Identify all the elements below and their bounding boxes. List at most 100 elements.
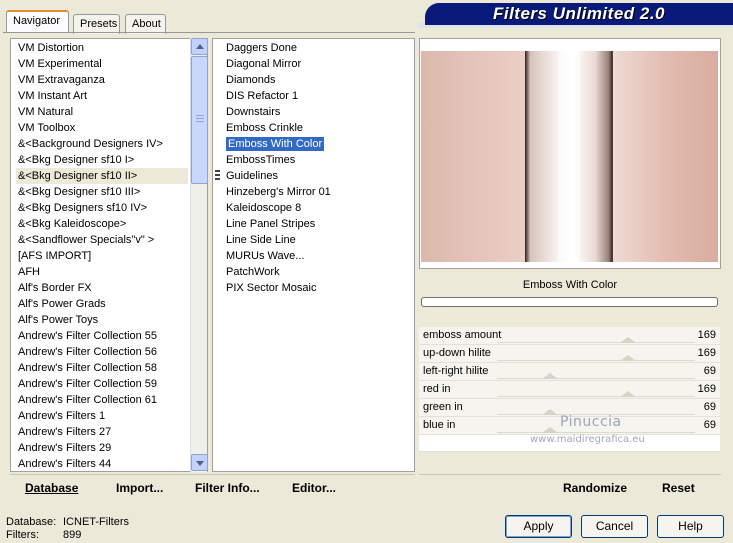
reset-button[interactable]: Reset <box>662 481 695 495</box>
param-slider-track[interactable] <box>497 396 695 397</box>
category-item[interactable]: Alf's Power Grads <box>16 296 188 312</box>
param-label: emboss amount <box>423 329 502 341</box>
filter-item-label: Hinzeberg's Mirror 01 <box>226 186 331 198</box>
category-item[interactable]: Andrew's Filter Collection 56 <box>16 344 188 360</box>
param-slider-track[interactable] <box>497 342 695 343</box>
filter-item[interactable]: Line Panel Stripes <box>224 216 409 232</box>
category-item[interactable]: Andrew's Filter Collection 61 <box>16 392 188 408</box>
filter-item[interactable]: Diamonds <box>224 72 409 88</box>
filter-list[interactable]: Daggers Done Diagonal Mirror Diamonds DIS R… <box>224 40 409 296</box>
category-item[interactable]: VM Experimental <box>16 56 188 72</box>
filter-item-label: Diagonal Mirror <box>226 58 302 70</box>
tab-presets[interactable]: Presets <box>73 14 120 34</box>
filter-item[interactable]: Kaleidoscope 8 <box>224 200 409 216</box>
cancel-button[interactable]: Cancel <box>581 515 648 538</box>
category-item[interactable]: AFH <box>16 264 188 280</box>
param-slider-thumb[interactable] <box>619 355 636 361</box>
category-item[interactable]: &<Background Designers IV> <box>16 136 188 152</box>
filter-item[interactable]: PatchWork <box>224 264 409 280</box>
param-slider-thumb[interactable] <box>619 337 636 343</box>
param-slider-track[interactable] <box>497 360 695 361</box>
param-label: red in <box>423 383 451 395</box>
category-list[interactable]: VM Distortion VM Experimental VM Extravaga… <box>16 40 188 472</box>
filter-item[interactable]: Emboss With Color <box>224 136 409 152</box>
param-slider-track[interactable] <box>497 378 695 379</box>
param-slider-thumb[interactable] <box>542 427 559 433</box>
apply-button[interactable]: Apply <box>505 515 572 538</box>
grip-line <box>196 118 204 119</box>
category-item[interactable]: Andrew's Filters 1 <box>16 408 188 424</box>
tab-underline <box>3 32 415 33</box>
filter-item[interactable]: MURUs Wave... <box>224 248 409 264</box>
scroll-up-button[interactable] <box>191 38 208 55</box>
param-value: 69 <box>703 419 716 431</box>
left-action-bar: Database Import... Filter Info... Editor… <box>10 474 415 498</box>
category-item[interactable]: VM Extravaganza <box>16 72 188 88</box>
import-button[interactable]: Import... <box>116 481 163 495</box>
category-item[interactable]: &<Sandflower Specials"v" > <box>16 232 188 248</box>
category-item[interactable]: Alf's Power Toys <box>16 312 188 328</box>
category-item[interactable]: Andrew's Filters 44 <box>16 456 188 472</box>
category-item[interactable]: Andrew's Filters 29 <box>16 440 188 456</box>
filter-name-caption: Emboss With Color <box>420 275 720 295</box>
param-label: left-right hilite <box>423 365 489 377</box>
param-row[interactable]: emboss amount 169 <box>419 327 720 345</box>
category-item[interactable]: &<Bkg Designers sf10 IV> <box>16 200 188 216</box>
tab-navigator[interactable]: Navigator <box>6 10 69 33</box>
category-scrollbar[interactable] <box>190 38 208 472</box>
category-item[interactable]: &<Bkg Designer sf10 II> <box>16 168 188 184</box>
category-item[interactable]: VM Natural <box>16 104 188 120</box>
filter-item[interactable]: DIS Refactor 1 <box>224 88 409 104</box>
help-button[interactable]: Help <box>657 515 724 538</box>
param-row[interactable]: up-down hilite 169 <box>419 345 720 363</box>
filter-item[interactable]: EmbossTimes <box>224 152 409 168</box>
category-item[interactable]: Andrew's Filter Collection 59 <box>16 376 188 392</box>
category-item[interactable]: Andrew's Filter Collection 58 <box>16 360 188 376</box>
app-title: Filters Unlimited 2.0 <box>492 4 666 23</box>
filter-item[interactable]: Emboss Crinkle <box>224 120 409 136</box>
filter-item[interactable]: PIX Sector Mosaic <box>224 280 409 296</box>
watermark-name: Pinuccia <box>560 414 622 430</box>
param-value: 69 <box>703 365 716 377</box>
filter-item[interactable]: Downstairs <box>224 104 409 120</box>
list-marker-icon <box>215 170 220 182</box>
param-slider-track[interactable] <box>497 432 695 433</box>
category-item[interactable]: Andrew's Filter Collection 55 <box>16 328 188 344</box>
category-item[interactable]: VM Distortion <box>16 40 188 56</box>
editor-button[interactable]: Editor... <box>292 481 336 495</box>
param-slider-thumb[interactable] <box>542 409 559 415</box>
param-slider-thumb[interactable] <box>542 373 559 379</box>
filter-item[interactable]: Diagonal Mirror <box>224 56 409 72</box>
filter-item-label: Daggers Done <box>226 42 297 54</box>
category-item[interactable]: VM Toolbox <box>16 120 188 136</box>
randomize-button[interactable]: Randomize <box>563 481 627 495</box>
category-item[interactable]: &<Bkg Kaleidoscope> <box>16 216 188 232</box>
filter-item[interactable]: Guidelines <box>224 168 409 184</box>
category-item[interactable]: &<Bkg Designer sf10 III> <box>16 184 188 200</box>
filter-item[interactable]: Hinzeberg's Mirror 01 <box>224 184 409 200</box>
database-button[interactable]: Database <box>25 481 78 495</box>
category-item[interactable]: [AFS IMPORT] <box>16 248 188 264</box>
filter-info-button[interactable]: Filter Info... <box>195 481 260 495</box>
filter-item-label: PIX Sector Mosaic <box>226 282 317 294</box>
scroll-down-button[interactable] <box>191 454 208 471</box>
param-row[interactable]: left-right hilite 69 <box>419 363 720 381</box>
param-row[interactable]: red in 169 <box>419 381 720 399</box>
category-item[interactable]: &<Bkg Designer sf10 I> <box>16 152 188 168</box>
filter-item-label: Guidelines <box>226 170 278 182</box>
filter-item[interactable]: Daggers Done <box>224 40 409 56</box>
progress-bar <box>421 297 718 307</box>
category-item[interactable]: Alf's Border FX <box>16 280 188 296</box>
filter-item[interactable]: Line Side Line <box>224 232 409 248</box>
filters-label: Filters: <box>6 529 39 541</box>
param-slider-thumb[interactable] <box>619 391 636 397</box>
param-value: 69 <box>703 401 716 413</box>
filter-item-label: EmbossTimes <box>226 154 296 166</box>
tab-about[interactable]: About <box>125 14 166 34</box>
category-item[interactable]: VM Instant Art <box>16 88 188 104</box>
scroll-thumb[interactable] <box>191 56 208 184</box>
filter-item-label: Line Side Line <box>226 234 296 246</box>
category-item[interactable]: Andrew's Filters 27 <box>16 424 188 440</box>
filter-item-label: PatchWork <box>226 266 280 278</box>
database-label: Database: <box>6 516 57 528</box>
